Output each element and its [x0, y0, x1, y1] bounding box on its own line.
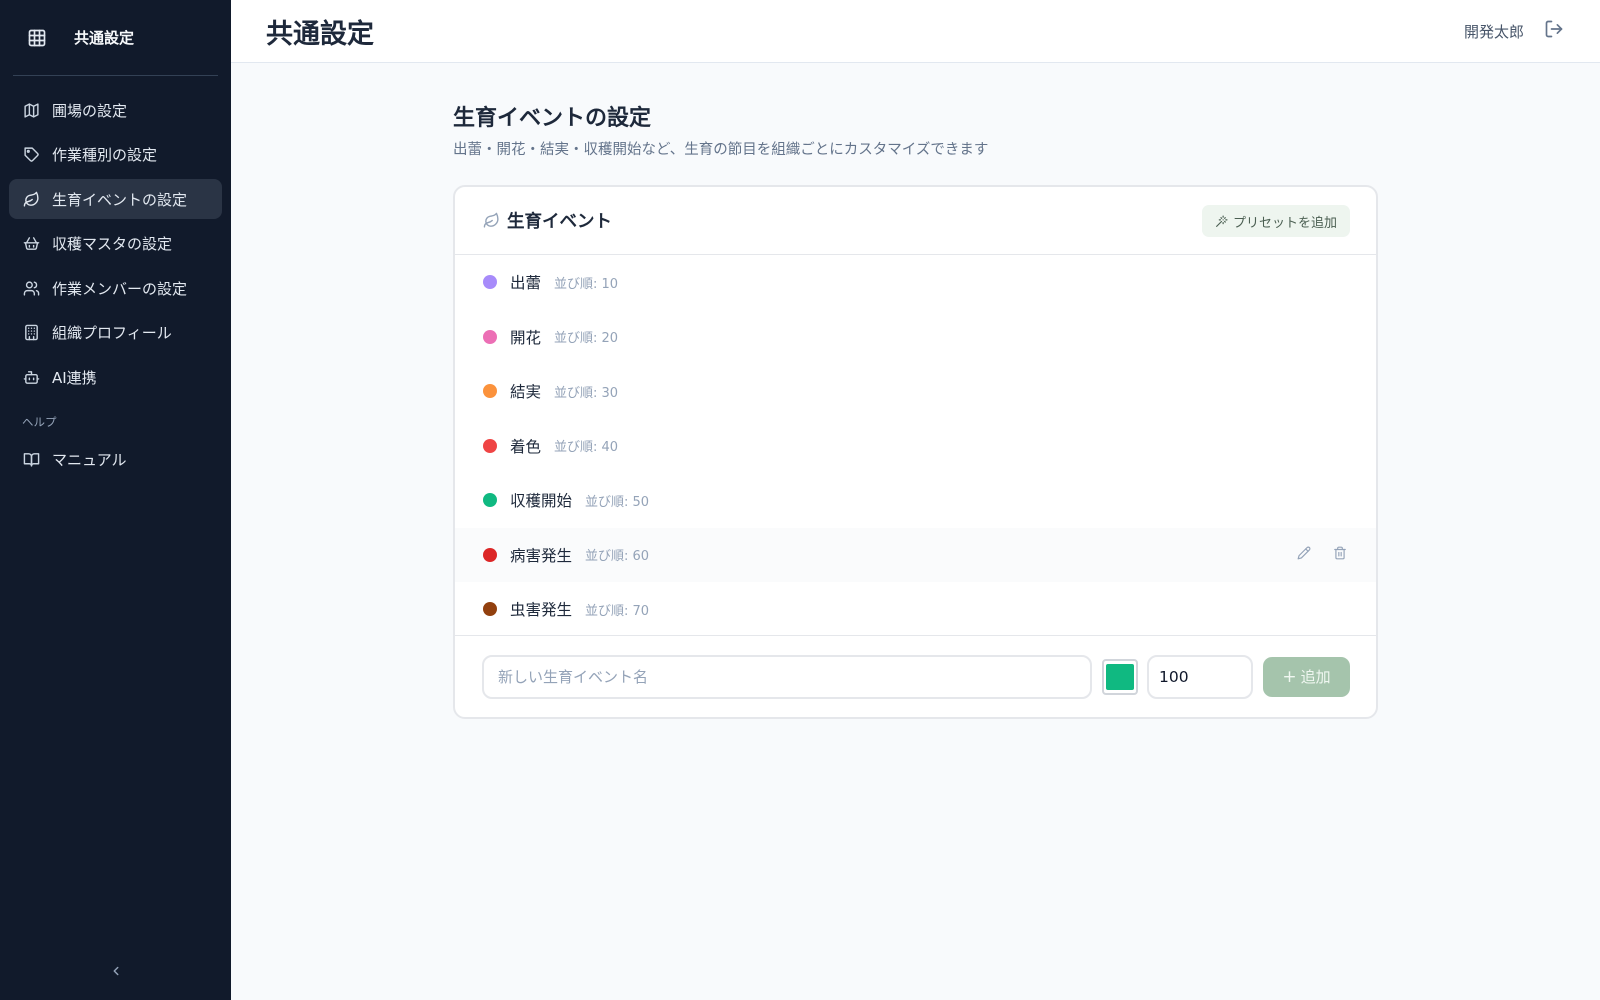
sidebar-item-label: 圃場の設定 — [52, 101, 128, 120]
list-item[interactable]: 病害発生 並び順: 60 — [455, 527, 1376, 582]
sidebar-item-label: 収穫マスタの設定 — [52, 235, 173, 253]
list-item[interactable]: 虫害発生 並び順: 70 — [455, 582, 1376, 637]
plus-icon: + — [1282, 666, 1297, 687]
chevron-left-icon — [109, 963, 123, 982]
sidebar-item-label: 生育イベントの設定 — [52, 190, 188, 209]
list-item[interactable]: 開花 並び順: 20 — [455, 310, 1376, 365]
card-title: 生育イベント — [507, 212, 612, 232]
sidebar-item-manual[interactable]: マニュアル — [9, 440, 222, 480]
list-item[interactable]: 出蕾 並び順: 10 — [455, 255, 1376, 310]
users-icon — [22, 279, 40, 297]
add-preset-button[interactable]: プリセットを追加 — [1201, 205, 1350, 237]
magic-wand-icon — [1215, 214, 1229, 228]
sidebar: 共通設定 圃場の設定 作業種別の設定 生育イベントの設定 収穫マスタの設定 作業… — [0, 0, 231, 1000]
new-event-name-input[interactable] — [482, 654, 1092, 699]
sidebar-item-label: 組織プロフィール — [52, 324, 172, 342]
add-event-button[interactable]: + 追加 — [1263, 656, 1350, 697]
event-color-dot — [483, 275, 497, 290]
trash-icon — [1333, 545, 1347, 564]
grid-icon[interactable] — [26, 27, 48, 49]
event-list: 出蕾 並び順: 10 開花 並び順: 20 結実 並び順: 30 着色 並び順:… — [455, 255, 1376, 637]
sidebar-collapse-button[interactable] — [0, 963, 231, 982]
sidebar-header: 共通設定 — [13, 0, 218, 76]
event-name: 収穫開始 — [510, 492, 573, 511]
event-name: 結実 — [510, 383, 542, 402]
event-color-dot — [483, 602, 497, 617]
edit-button[interactable] — [1296, 545, 1312, 564]
list-item[interactable]: 結実 並び順: 30 — [455, 364, 1376, 419]
event-name: 着色 — [510, 437, 542, 456]
sidebar-item-label: マニュアル — [52, 451, 127, 469]
add-event-label: 追加 — [1300, 668, 1331, 686]
event-color-dot — [483, 438, 497, 453]
event-name: 病害発生 — [510, 546, 573, 565]
event-order: 並び順: 10 — [554, 276, 619, 292]
sidebar-item-org-profile[interactable]: 組織プロフィール — [9, 313, 222, 353]
sidebar-item-label: 作業種別の設定 — [52, 146, 158, 164]
sidebar-title: 共通設定 — [74, 29, 135, 47]
event-name: 出蕾 — [510, 274, 542, 293]
sidebar-nav: 圃場の設定 作業種別の設定 生育イベントの設定 収穫マスタの設定 作業メンバーの… — [0, 76, 231, 480]
section-header: 生育イベントの設定 出蕾・開花・結実・収穫開始など、生育の節目を組織ごとにカスタ… — [453, 100, 1378, 159]
event-color-dot — [483, 329, 497, 344]
leaf-icon — [483, 212, 501, 230]
logout-icon — [1544, 19, 1564, 43]
card-header: 生育イベント プリセットを追加 — [455, 187, 1376, 255]
bot-icon — [22, 368, 40, 386]
event-order: 並び順: 30 — [554, 385, 619, 401]
sidebar-item-label: 作業メンバーの設定 — [52, 279, 188, 298]
event-order: 並び順: 40 — [554, 440, 619, 456]
growth-events-card: 生育イベント プリセットを追加 出蕾 並び順: 10 開花 並び順: 20 結実… — [453, 185, 1378, 719]
event-order: 並び順: 60 — [585, 549, 650, 565]
user-name: 開発太郎 — [1463, 22, 1524, 41]
page-title: 共通設定 — [266, 18, 374, 50]
sidebar-item-work-types[interactable]: 作業種別の設定 — [9, 135, 222, 175]
tag-icon — [22, 146, 40, 164]
section-description: 出蕾・開花・結実・収穫開始など、生育の節目を組織ごとにカスタマイズできます — [453, 142, 989, 158]
basket-icon — [22, 235, 40, 253]
list-item[interactable]: 収穫開始 並び順: 50 — [455, 473, 1376, 528]
event-color-dot — [483, 384, 497, 399]
add-preset-label: プリセットを追加 — [1232, 215, 1337, 231]
color-swatch — [1106, 663, 1134, 690]
event-order: 並び順: 70 — [585, 603, 650, 619]
event-order: 並び順: 20 — [554, 331, 619, 347]
event-name: 虫害発生 — [510, 601, 573, 620]
logout-button[interactable] — [1543, 20, 1565, 42]
sidebar-item-fields[interactable]: 圃場の設定 — [9, 90, 222, 130]
top-bar: 共通設定 開発太郎 — [231, 0, 1600, 63]
list-item[interactable]: 着色 並び順: 40 — [455, 419, 1376, 474]
sidebar-item-harvest-master[interactable]: 収穫マスタの設定 — [9, 224, 222, 264]
sidebar-item-members[interactable]: 作業メンバーの設定 — [9, 268, 222, 308]
event-name: 開花 — [510, 328, 542, 347]
new-event-order-input[interactable] — [1147, 654, 1253, 699]
section-title: 生育イベントの設定 — [453, 106, 652, 131]
sidebar-section-help: ヘルプ — [22, 414, 57, 429]
building-icon — [22, 324, 40, 342]
add-event-row: + 追加 — [455, 635, 1376, 717]
map-icon — [22, 101, 40, 119]
event-color-dot — [483, 493, 497, 508]
event-order: 並び順: 50 — [585, 494, 650, 510]
pencil-icon — [1297, 545, 1311, 564]
sidebar-item-label: AI連携 — [52, 368, 97, 387]
row-actions — [1296, 545, 1348, 564]
book-icon — [22, 451, 40, 469]
new-event-color-picker[interactable] — [1102, 658, 1138, 695]
sidebar-item-growth-events[interactable]: 生育イベントの設定 — [9, 179, 222, 219]
sidebar-item-ai[interactable]: AI連携 — [9, 357, 222, 397]
event-color-dot — [483, 547, 497, 562]
leaf-icon — [22, 190, 40, 208]
delete-button[interactable] — [1332, 545, 1348, 564]
